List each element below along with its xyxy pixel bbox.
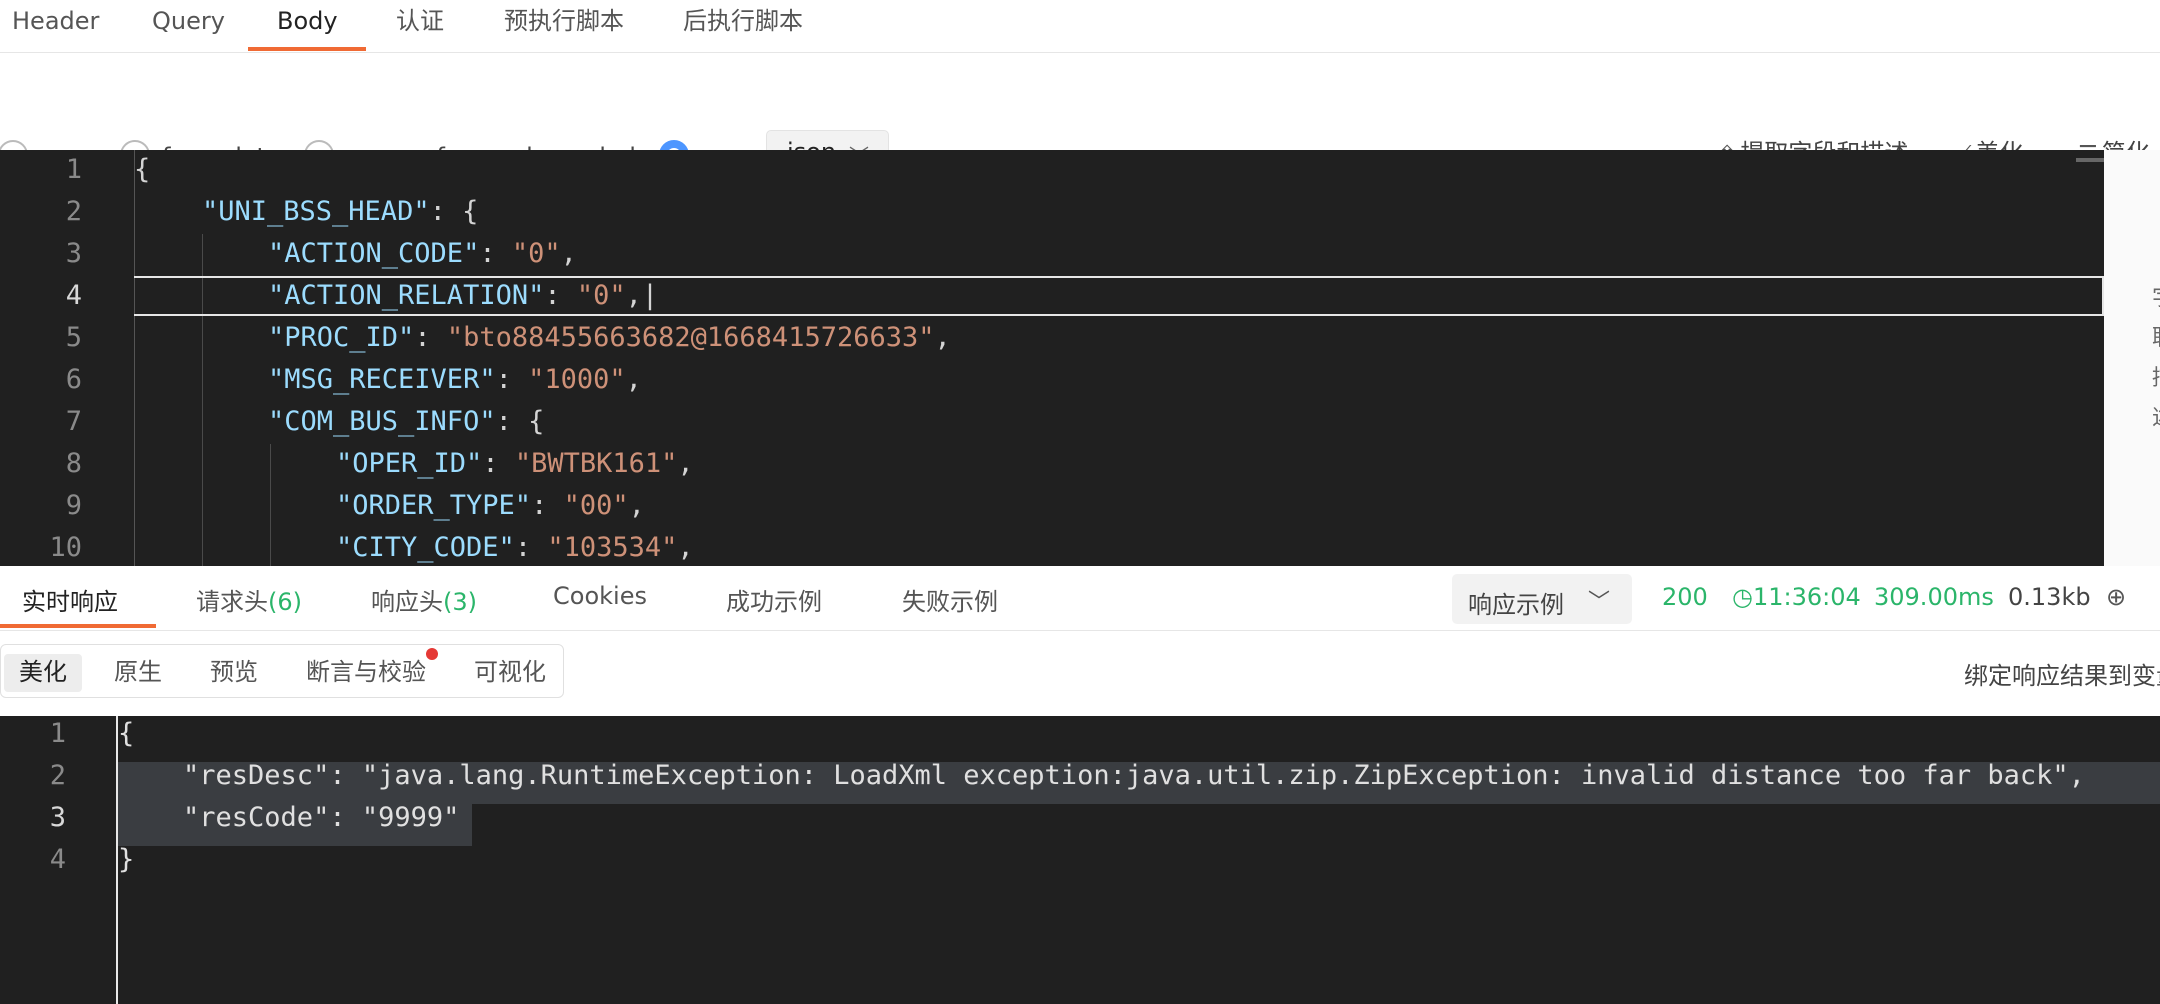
tab-fail-example[interactable]: 失败示例: [902, 582, 998, 617]
tab-cookies[interactable]: Cookies: [553, 582, 647, 610]
tab-post-script[interactable]: 后执行脚本: [683, 0, 803, 52]
response-body-viewer[interactable]: 1 2 3 4 { "resDesc": "java.lang.RuntimeE…: [0, 716, 2160, 1004]
line-number: 6: [65, 364, 82, 395]
line-number: 1: [65, 154, 82, 185]
response-time: ◷11:36:04: [1732, 583, 1861, 611]
tab-response-headers[interactable]: 响应头(3): [371, 582, 477, 617]
code-line: "COM_BUS_INFO": {: [268, 406, 545, 437]
view-beautify[interactable]: 美化: [4, 654, 82, 692]
tab-auth[interactable]: 认证: [396, 0, 444, 52]
tab-request-headers[interactable]: 请求头(6): [196, 582, 302, 617]
code-line: "MSG_RECEIVER": "1000",: [268, 364, 642, 395]
description-panel-text: 描: [2152, 360, 2160, 392]
description-panel-text: 职: [2152, 320, 2160, 352]
scrollbar-thumb[interactable]: [2076, 158, 2106, 162]
notification-dot: [426, 648, 438, 660]
bind-response-link[interactable]: 绑定响应结果到变量: [1964, 656, 2160, 691]
tab-query[interactable]: Query: [152, 0, 225, 52]
line-number: 8: [65, 448, 82, 479]
editor-gutter-border: [134, 150, 135, 566]
code-line: "ACTION_RELATION": "0",|: [268, 280, 659, 311]
code-line: {: [134, 154, 151, 185]
tab-header[interactable]: Header: [12, 0, 99, 52]
description-panel-text: 字: [2152, 280, 2160, 312]
chevron-down-icon: ﹀: [1588, 590, 1611, 615]
response-line: "resDesc": "java.lang.RuntimeException: …: [118, 760, 2085, 791]
line-number: 4: [49, 844, 66, 875]
response-line: "resCode": "9999": [118, 802, 460, 833]
response-size: 0.13kb: [2008, 583, 2091, 611]
status-code: 200: [1662, 583, 1708, 611]
tab-body[interactable]: Body: [277, 0, 338, 52]
line-number: 1: [49, 718, 66, 749]
view-assertions[interactable]: 断言与校验: [306, 654, 426, 692]
line-number: 3: [49, 802, 66, 833]
tab-success-example[interactable]: 成功示例: [726, 582, 822, 617]
code-line: "PROC_ID": "bto88455663682@1668415726633…: [268, 322, 951, 353]
line-number: 4: [65, 280, 82, 311]
description-panel-edge: [2104, 150, 2160, 566]
request-tab-bar: Header Query Body 认证 预执行脚本 后执行脚本: [0, 0, 2160, 53]
line-number: 10: [49, 532, 82, 563]
code-line: "CITY_CODE": "103534",: [336, 532, 694, 563]
code-line: "ORDER_TYPE": "00",: [336, 490, 645, 521]
code-line: "OPER_ID": "BWTBK161",: [336, 448, 694, 479]
response-example-select[interactable]: 响应示例 ﹀: [1452, 574, 1632, 624]
line-number: 9: [65, 490, 82, 521]
line-number: 2: [49, 760, 66, 791]
body-type-row: none form-data x-www-form-urlencoded raw…: [0, 52, 2160, 176]
response-example-select-value: 响应示例: [1468, 591, 1564, 619]
line-number: 7: [65, 406, 82, 437]
description-panel-text: 述: [2152, 400, 2160, 432]
line-number: 2: [65, 196, 82, 227]
code-line: "UNI_BSS_HEAD": {: [202, 196, 479, 227]
tab-realtime-response[interactable]: 实时响应: [22, 582, 118, 617]
view-preview[interactable]: 预览: [210, 654, 258, 692]
response-duration: 309.00ms: [1874, 583, 1994, 611]
line-number: 5: [65, 322, 82, 353]
tab-pre-script[interactable]: 预执行脚本: [504, 0, 624, 52]
view-raw[interactable]: 原生: [114, 654, 162, 692]
globe-icon[interactable]: ⊕: [2106, 583, 2126, 611]
code-line: "ACTION_CODE": "0",: [268, 238, 577, 269]
indent-guide: [270, 444, 271, 566]
response-line: {: [118, 718, 135, 749]
response-line: }: [118, 844, 135, 875]
view-visualize[interactable]: 可视化: [474, 654, 546, 692]
request-body-editor[interactable]: 1 2 3 4 5 6 7 8 9 10 { "UNI_BSS_HEAD": {…: [0, 150, 2160, 566]
active-tab-underline: [248, 47, 366, 51]
active-response-tab-underline: [0, 624, 156, 628]
clock-icon: ◷: [1732, 583, 1753, 611]
line-number: 3: [65, 238, 82, 269]
